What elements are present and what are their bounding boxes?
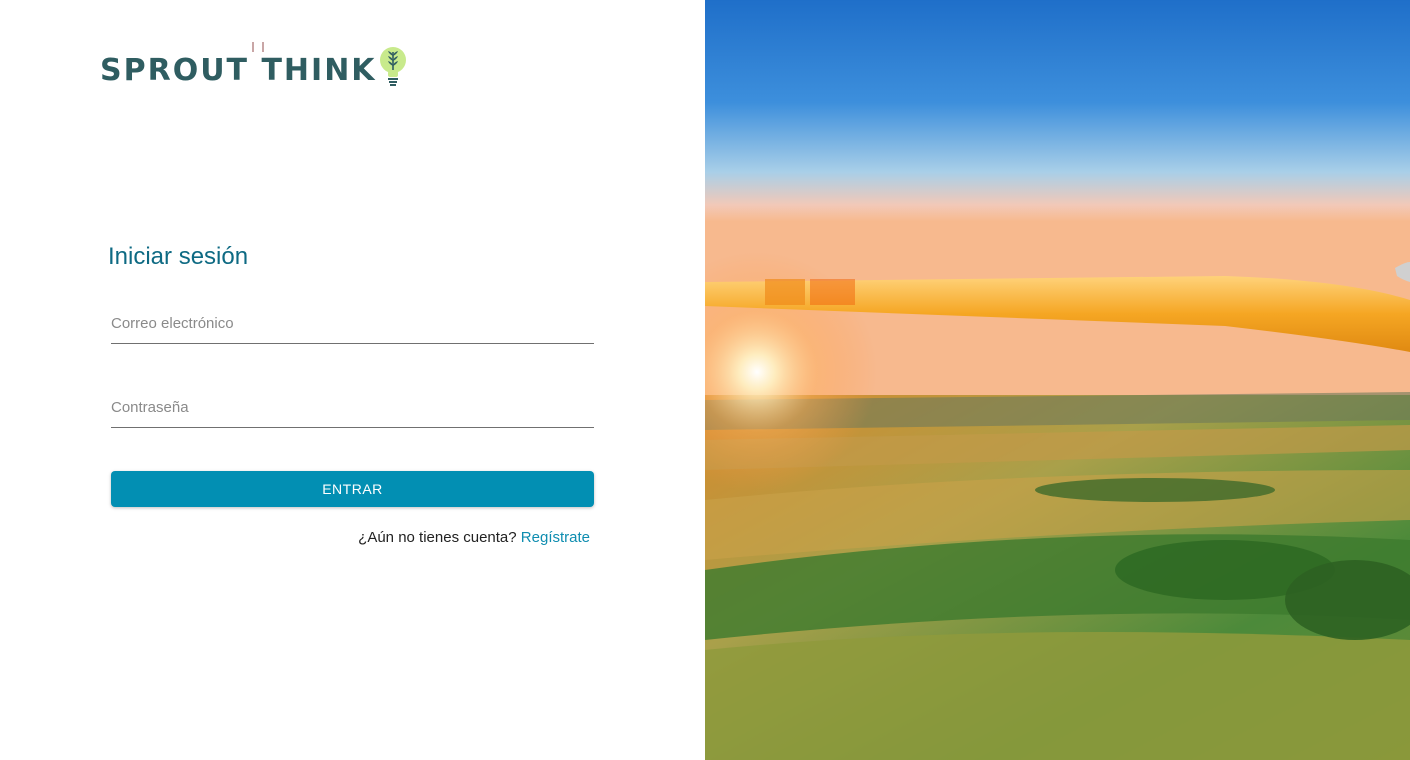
login-title: Iniciar sesión — [108, 243, 249, 270]
email-field-container — [111, 303, 594, 344]
signup-prompt: ¿Aún no tienes cuenta? — [358, 529, 517, 546]
lightbulb-icon — [379, 47, 406, 86]
signup-row: ¿Aún no tienes cuenta? Regístrate — [358, 529, 590, 546]
hero-landscape-image — [705, 0, 1410, 760]
password-field-container — [111, 387, 594, 428]
signup-link[interactable]: Regístrate — [521, 529, 590, 546]
email-field[interactable] — [111, 303, 594, 343]
password-field[interactable] — [111, 387, 594, 427]
brand-logo: SPROUT THINK — [100, 42, 407, 92]
login-button[interactable]: ENTRAR — [111, 471, 594, 507]
brand-name: SPROUT THINK — [100, 52, 377, 88]
login-panel: SPROUT THINK Iniciar sesión ENTRAR ¿Aún … — [0, 0, 705, 760]
plug-icon — [252, 42, 264, 52]
hero-image — [705, 0, 1410, 760]
